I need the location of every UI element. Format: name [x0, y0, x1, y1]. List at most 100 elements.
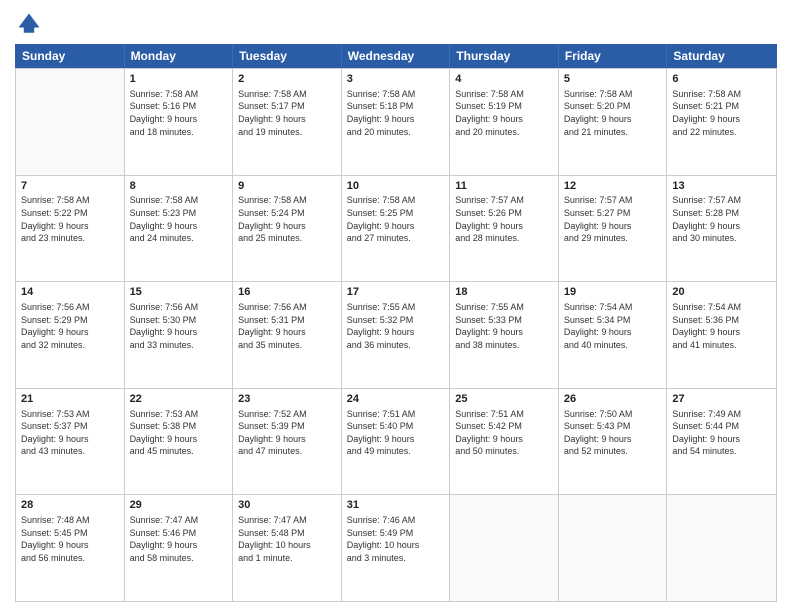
calendar-cell: 26Sunrise: 7:50 AM Sunset: 5:43 PM Dayli…: [559, 389, 668, 495]
calendar-header-cell: Friday: [559, 45, 668, 67]
calendar-cell: 23Sunrise: 7:52 AM Sunset: 5:39 PM Dayli…: [233, 389, 342, 495]
day-number: 9: [238, 179, 336, 194]
day-info: Sunrise: 7:56 AM Sunset: 5:31 PM Dayligh…: [238, 301, 336, 351]
calendar-cell: 3Sunrise: 7:58 AM Sunset: 5:18 PM Daylig…: [342, 69, 451, 175]
calendar-row: 28Sunrise: 7:48 AM Sunset: 5:45 PM Dayli…: [16, 494, 776, 601]
logo: [15, 10, 47, 38]
calendar-cell: 1Sunrise: 7:58 AM Sunset: 5:16 PM Daylig…: [125, 69, 234, 175]
calendar-cell: 16Sunrise: 7:56 AM Sunset: 5:31 PM Dayli…: [233, 282, 342, 388]
day-number: 12: [564, 179, 662, 194]
calendar-cell: 14Sunrise: 7:56 AM Sunset: 5:29 PM Dayli…: [16, 282, 125, 388]
calendar-cell: 28Sunrise: 7:48 AM Sunset: 5:45 PM Dayli…: [16, 495, 125, 601]
day-number: 2: [238, 72, 336, 87]
calendar-cell: 18Sunrise: 7:55 AM Sunset: 5:33 PM Dayli…: [450, 282, 559, 388]
calendar-cell: 5Sunrise: 7:58 AM Sunset: 5:20 PM Daylig…: [559, 69, 668, 175]
day-number: 27: [672, 392, 771, 407]
calendar-cell: 25Sunrise: 7:51 AM Sunset: 5:42 PM Dayli…: [450, 389, 559, 495]
calendar-cell: 29Sunrise: 7:47 AM Sunset: 5:46 PM Dayli…: [125, 495, 234, 601]
day-info: Sunrise: 7:58 AM Sunset: 5:20 PM Dayligh…: [564, 88, 662, 138]
day-number: 14: [21, 285, 119, 300]
day-info: Sunrise: 7:51 AM Sunset: 5:40 PM Dayligh…: [347, 408, 445, 458]
calendar-cell: [450, 495, 559, 601]
day-info: Sunrise: 7:56 AM Sunset: 5:29 PM Dayligh…: [21, 301, 119, 351]
day-info: Sunrise: 7:47 AM Sunset: 5:46 PM Dayligh…: [130, 514, 228, 564]
day-number: 11: [455, 179, 553, 194]
day-number: 13: [672, 179, 771, 194]
calendar: SundayMondayTuesdayWednesdayThursdayFrid…: [15, 44, 777, 602]
day-info: Sunrise: 7:49 AM Sunset: 5:44 PM Dayligh…: [672, 408, 771, 458]
calendar-cell: 31Sunrise: 7:46 AM Sunset: 5:49 PM Dayli…: [342, 495, 451, 601]
day-info: Sunrise: 7:55 AM Sunset: 5:32 PM Dayligh…: [347, 301, 445, 351]
day-info: Sunrise: 7:57 AM Sunset: 5:27 PM Dayligh…: [564, 194, 662, 244]
day-number: 22: [130, 392, 228, 407]
day-info: Sunrise: 7:54 AM Sunset: 5:36 PM Dayligh…: [672, 301, 771, 351]
header: [15, 10, 777, 38]
calendar-cell: 10Sunrise: 7:58 AM Sunset: 5:25 PM Dayli…: [342, 176, 451, 282]
calendar-header-cell: Monday: [125, 45, 234, 67]
calendar-cell: 17Sunrise: 7:55 AM Sunset: 5:32 PM Dayli…: [342, 282, 451, 388]
day-number: 21: [21, 392, 119, 407]
calendar-cell: 9Sunrise: 7:58 AM Sunset: 5:24 PM Daylig…: [233, 176, 342, 282]
day-info: Sunrise: 7:58 AM Sunset: 5:17 PM Dayligh…: [238, 88, 336, 138]
day-number: 31: [347, 498, 445, 513]
calendar-cell: 15Sunrise: 7:56 AM Sunset: 5:30 PM Dayli…: [125, 282, 234, 388]
calendar-cell: 12Sunrise: 7:57 AM Sunset: 5:27 PM Dayli…: [559, 176, 668, 282]
day-number: 26: [564, 392, 662, 407]
day-number: 20: [672, 285, 771, 300]
calendar-cell: 20Sunrise: 7:54 AM Sunset: 5:36 PM Dayli…: [667, 282, 776, 388]
calendar-cell: 22Sunrise: 7:53 AM Sunset: 5:38 PM Dayli…: [125, 389, 234, 495]
day-number: 23: [238, 392, 336, 407]
calendar-cell: 7Sunrise: 7:58 AM Sunset: 5:22 PM Daylig…: [16, 176, 125, 282]
day-info: Sunrise: 7:58 AM Sunset: 5:25 PM Dayligh…: [347, 194, 445, 244]
day-number: 18: [455, 285, 553, 300]
day-info: Sunrise: 7:58 AM Sunset: 5:22 PM Dayligh…: [21, 194, 119, 244]
day-number: 1: [130, 72, 228, 87]
calendar-cell: 8Sunrise: 7:58 AM Sunset: 5:23 PM Daylig…: [125, 176, 234, 282]
day-number: 30: [238, 498, 336, 513]
day-info: Sunrise: 7:57 AM Sunset: 5:26 PM Dayligh…: [455, 194, 553, 244]
calendar-cell: 24Sunrise: 7:51 AM Sunset: 5:40 PM Dayli…: [342, 389, 451, 495]
day-number: 7: [21, 179, 119, 194]
calendar-header-cell: Wednesday: [342, 45, 451, 67]
calendar-cell: 13Sunrise: 7:57 AM Sunset: 5:28 PM Dayli…: [667, 176, 776, 282]
day-info: Sunrise: 7:56 AM Sunset: 5:30 PM Dayligh…: [130, 301, 228, 351]
calendar-row: 1Sunrise: 7:58 AM Sunset: 5:16 PM Daylig…: [16, 68, 776, 175]
calendar-cell: 27Sunrise: 7:49 AM Sunset: 5:44 PM Dayli…: [667, 389, 776, 495]
calendar-cell: [667, 495, 776, 601]
logo-icon: [15, 10, 43, 38]
day-number: 17: [347, 285, 445, 300]
page: SundayMondayTuesdayWednesdayThursdayFrid…: [0, 0, 792, 612]
day-number: 5: [564, 72, 662, 87]
day-info: Sunrise: 7:58 AM Sunset: 5:23 PM Dayligh…: [130, 194, 228, 244]
calendar-cell: [559, 495, 668, 601]
calendar-cell: 11Sunrise: 7:57 AM Sunset: 5:26 PM Dayli…: [450, 176, 559, 282]
day-info: Sunrise: 7:55 AM Sunset: 5:33 PM Dayligh…: [455, 301, 553, 351]
day-info: Sunrise: 7:53 AM Sunset: 5:38 PM Dayligh…: [130, 408, 228, 458]
day-number: 28: [21, 498, 119, 513]
calendar-cell: [16, 69, 125, 175]
day-info: Sunrise: 7:47 AM Sunset: 5:48 PM Dayligh…: [238, 514, 336, 564]
day-info: Sunrise: 7:52 AM Sunset: 5:39 PM Dayligh…: [238, 408, 336, 458]
day-number: 6: [672, 72, 771, 87]
day-info: Sunrise: 7:46 AM Sunset: 5:49 PM Dayligh…: [347, 514, 445, 564]
calendar-header-cell: Tuesday: [233, 45, 342, 67]
calendar-row: 21Sunrise: 7:53 AM Sunset: 5:37 PM Dayli…: [16, 388, 776, 495]
calendar-header-cell: Saturday: [667, 45, 776, 67]
day-number: 4: [455, 72, 553, 87]
calendar-header-cell: Thursday: [450, 45, 559, 67]
day-info: Sunrise: 7:50 AM Sunset: 5:43 PM Dayligh…: [564, 408, 662, 458]
day-info: Sunrise: 7:48 AM Sunset: 5:45 PM Dayligh…: [21, 514, 119, 564]
calendar-cell: 2Sunrise: 7:58 AM Sunset: 5:17 PM Daylig…: [233, 69, 342, 175]
calendar-cell: 6Sunrise: 7:58 AM Sunset: 5:21 PM Daylig…: [667, 69, 776, 175]
day-info: Sunrise: 7:58 AM Sunset: 5:16 PM Dayligh…: [130, 88, 228, 138]
day-number: 10: [347, 179, 445, 194]
day-number: 8: [130, 179, 228, 194]
calendar-row: 14Sunrise: 7:56 AM Sunset: 5:29 PM Dayli…: [16, 281, 776, 388]
day-info: Sunrise: 7:53 AM Sunset: 5:37 PM Dayligh…: [21, 408, 119, 458]
day-number: 3: [347, 72, 445, 87]
day-info: Sunrise: 7:58 AM Sunset: 5:21 PM Dayligh…: [672, 88, 771, 138]
calendar-row: 7Sunrise: 7:58 AM Sunset: 5:22 PM Daylig…: [16, 175, 776, 282]
calendar-cell: 19Sunrise: 7:54 AM Sunset: 5:34 PM Dayli…: [559, 282, 668, 388]
day-info: Sunrise: 7:58 AM Sunset: 5:19 PM Dayligh…: [455, 88, 553, 138]
day-info: Sunrise: 7:58 AM Sunset: 5:18 PM Dayligh…: [347, 88, 445, 138]
